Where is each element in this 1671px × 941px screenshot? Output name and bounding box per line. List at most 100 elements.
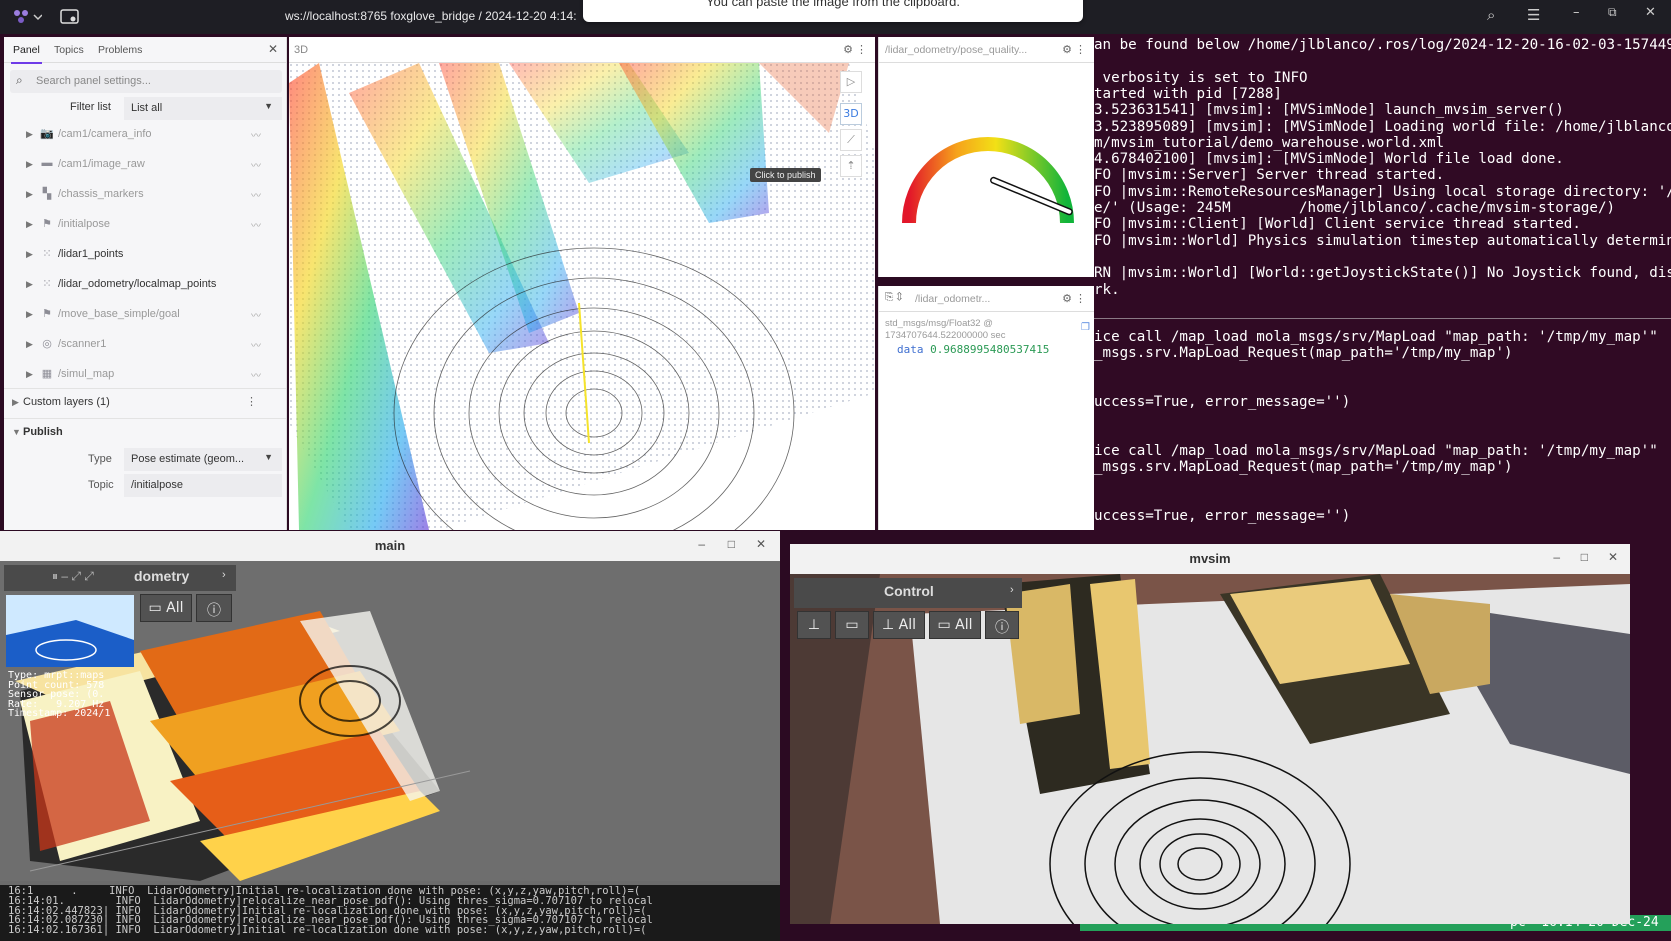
image-icon: ▬ (41, 157, 53, 169)
chevron-right-icon[interactable]: ▶ (26, 159, 33, 170)
publish-pose-icon[interactable]: ⇡ (840, 155, 862, 177)
search-input[interactable]: Search panel settings... (10, 70, 282, 93)
chevron-right-icon[interactable]: ▶ (26, 129, 33, 140)
more-icon[interactable]: ⋮ (246, 395, 257, 408)
field-value[interactable]: 0.9688995480537415 (930, 343, 1049, 356)
main-window[interactable]: main – □ ✕ ⏸ – ⤢ ⤢ dometry › ▭ All ⓘ Typ… (0, 531, 780, 941)
close-button[interactable]: ✕ (1645, 5, 1656, 20)
close-icon[interactable]: ✕ (268, 42, 278, 56)
chevron-right-icon[interactable]: ▶ (26, 219, 33, 230)
tooltip: Click to publish (750, 168, 821, 182)
window-all-button[interactable]: ▭ All (929, 611, 981, 639)
visibility-off-icon[interactable]: 〰 (251, 307, 261, 322)
menu-icon[interactable]: ☰ (1527, 6, 1540, 24)
topic-label: /lidar_odometry/localmap_points (58, 278, 217, 290)
tab-topics[interactable]: Topics (54, 44, 84, 56)
topic-row[interactable]: ▶ ▚ /chassis_markers 〰 (4, 181, 286, 211)
minimize-button[interactable]: – (1553, 550, 1560, 564)
chevron-right-icon[interactable]: ▶ (26, 369, 33, 380)
chevron-right-icon[interactable]: › (222, 569, 226, 581)
restore-button[interactable]: ⧉ (1608, 5, 1617, 20)
terminal-line: tarted with pid [7288] (1094, 85, 1282, 102)
chevron-down-icon: ▼ (264, 101, 273, 111)
terminal-line: ice call /map_load mola_msgs/srv/MapLoad… (1094, 443, 1658, 460)
window-icon[interactable]: ▭ (835, 611, 869, 639)
topic-row[interactable]: ▶ ⚑ /initialpose 〰 (4, 211, 286, 241)
visibility-off-icon[interactable]: 〰 (251, 127, 261, 142)
terminal-line: rk. (1094, 281, 1120, 298)
anchor-icon[interactable]: ⊥ (797, 611, 831, 639)
terminal-line: m/mvsim_tutorial/demo_warehouse.world.xm… (1094, 134, 1445, 151)
topic-label: /cam1/image_raw (58, 158, 145, 170)
data-source-icon[interactable] (60, 9, 80, 25)
copy-icon[interactable]: ❐ (1081, 322, 1090, 333)
view-all-button[interactable]: ▭ All (140, 594, 192, 622)
topic-input[interactable]: /initialpose (124, 474, 282, 497)
search-icon[interactable]: ⌕ (1487, 6, 1495, 24)
topic-row[interactable]: ▶ 📷 /cam1/camera_info 〰 (4, 121, 286, 151)
minimize-button[interactable]: – (1573, 5, 1580, 20)
mvsim-window[interactable]: mvsim – □ ✕ Control › ⊥ ▭ ⊥ All ▭ All ⓘ (790, 544, 1630, 924)
control-dock-header[interactable]: Control › (794, 578, 1022, 608)
chevron-right-icon[interactable]: ▶ (26, 279, 33, 290)
visibility-off-icon[interactable]: 〰 (251, 337, 261, 352)
terminal-line: ice call /map_load mola_msgs/srv/MapLoad… (1094, 329, 1658, 345)
minimize-button[interactable]: – (698, 537, 705, 551)
terminal-line: _msgs.srv.MapLoad_Request(map_path='/tmp… (1094, 345, 1513, 362)
publish-row[interactable]: ▼ Publish (4, 418, 286, 448)
close-button[interactable]: ✕ (756, 537, 766, 551)
point-cloud-viewport[interactable] (289, 63, 875, 530)
odometry-dock-header[interactable]: ⏸ – ⤢ ⤢ dometry › (4, 565, 236, 591)
settings-icon[interactable]: ⚙ ⋮ (843, 43, 867, 56)
dock-title: Control (884, 583, 934, 599)
maximize-button[interactable]: □ (1581, 550, 1588, 564)
mode-3d-button[interactable]: 3D (840, 103, 862, 125)
custom-layers-label: Custom layers (1) (23, 396, 110, 408)
close-button[interactable]: ✕ (1608, 550, 1618, 564)
visibility-off-icon[interactable]: 〰 (251, 217, 261, 232)
interact-tool-icon[interactable]: ▷ (840, 71, 862, 93)
chevron-right-icon[interactable]: ▶ (26, 339, 33, 350)
topic-row[interactable]: ▶ ⁙ /lidar_odometry/localmap_points (4, 271, 286, 301)
topic-row[interactable]: ▶ ▦ /simul_map 〰 (4, 361, 286, 391)
foxglove-logo-icon[interactable] (10, 8, 42, 26)
visibility-off-icon[interactable]: 〰 (251, 187, 261, 202)
tab-panel[interactable]: Panel (11, 44, 42, 64)
custom-layers-row[interactable]: ▶ Custom layers (1) ⋮ (4, 388, 286, 418)
filter-label: Filter list (70, 101, 111, 113)
topic-row[interactable]: ▶ ⚑ /move_base_simple/goal 〰 (4, 301, 286, 331)
view-all-label: All (166, 600, 184, 616)
flag-icon: ⚑ (42, 308, 52, 320)
visibility-off-icon[interactable]: 〰 (251, 157, 261, 172)
panel-settings-sidebar: Panel Topics Problems ✕ Search panel set… (4, 37, 287, 530)
type-select[interactable]: Pose estimate (geom... ▼ (124, 448, 282, 471)
maximize-button[interactable]: □ (728, 537, 735, 551)
chevron-right-icon[interactable]: ▶ (26, 309, 33, 320)
terminal-line: FO |mvsim::RemoteResourcesManager] Using… (1094, 183, 1671, 200)
terminal-line: an be found below /home/jlblanco/.ros/lo… (1094, 37, 1671, 53)
tab-problems[interactable]: Problems (98, 44, 142, 56)
filter-select[interactable]: List all ▼ (124, 97, 282, 120)
copy-icon[interactable]: ⎘ ⇕ (885, 291, 902, 304)
chevron-right-icon[interactable]: › (1010, 584, 1014, 596)
anchor-all-button[interactable]: ⊥ All (873, 611, 925, 639)
dock-controls-icon[interactable]: ⏸ – ⤢ ⤢ (52, 569, 94, 584)
sidebar-tabs: Panel Topics Problems ✕ (4, 37, 286, 64)
gauge-panel[interactable]: /lidar_odometry/pose_quality... ⚙ ⋮ (878, 37, 1094, 277)
message-stamp: 1734707644.522000000 sec (885, 330, 1006, 341)
terminal-line: RN |mvsim::World] [World::getJoystickSta… (1094, 265, 1671, 282)
raw-message-panel[interactable]: ⎘ ⇕ /lidar_odometr... ⚙ ⋮ std_msgs/msg/F… (878, 286, 1094, 530)
settings-icon[interactable]: ⚙ ⋮ (1058, 43, 1086, 56)
info-icon[interactable]: ⓘ (196, 594, 232, 622)
window-icon: ▭ (937, 617, 956, 633)
topic-row[interactable]: ▶ ⁙ /lidar1_points (4, 241, 286, 271)
info-icon[interactable]: ⓘ (985, 611, 1019, 639)
chevron-right-icon[interactable]: ▶ (26, 249, 33, 260)
topic-row[interactable]: ▶ ◎ /scanner1 〰 (4, 331, 286, 361)
topic-row[interactable]: ▶ ▬ /cam1/image_raw 〰 (4, 151, 286, 181)
settings-icon[interactable]: ⚙ ⋮ (1058, 292, 1086, 305)
visibility-off-icon[interactable]: 〰 (251, 367, 261, 382)
panel-3d[interactable]: 3D ⚙ ⋮ ▷ 3D ⟋ ⇡ (289, 37, 875, 530)
measure-ruler-icon[interactable]: ⟋ (840, 129, 862, 151)
chevron-right-icon[interactable]: ▶ (26, 189, 33, 200)
